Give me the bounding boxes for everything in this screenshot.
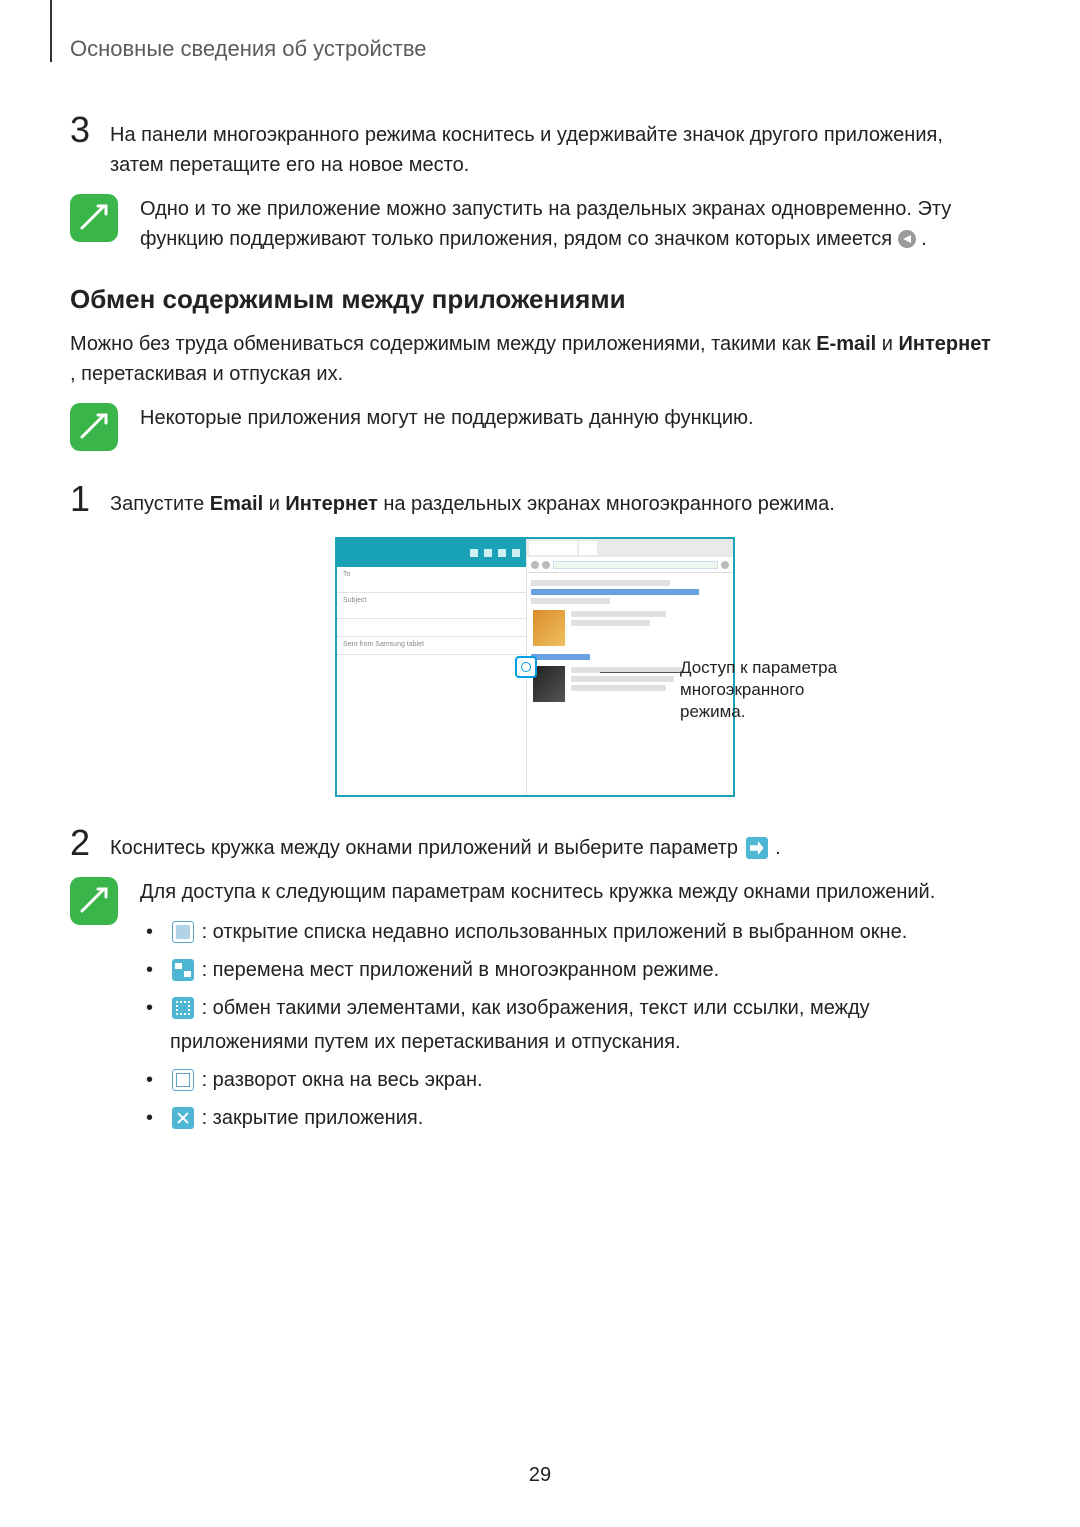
swap-windows-icon	[172, 959, 194, 981]
note-icon	[70, 877, 118, 925]
section-body-a: Можно без труда обмениваться содержимым …	[70, 333, 816, 355]
list-item: : открытие списка недавно использованных…	[146, 915, 1000, 949]
note-1-text-b: .	[921, 228, 927, 250]
drag-share-icon	[172, 997, 194, 1019]
bullet-4: : разворот окна на весь экран.	[202, 1069, 483, 1091]
step-1-a: Запустите	[110, 493, 210, 515]
share-content-icon	[746, 837, 768, 859]
list-item: : перемена мест приложений в многоэкранн…	[146, 953, 1000, 987]
step-2-b: .	[775, 837, 781, 859]
note-2: Некоторые приложения могут не поддержива…	[70, 403, 1000, 451]
figure-left-pane: To Subject Sent from Samsung tablet	[337, 539, 527, 795]
multiscreen-handle-icon	[515, 656, 537, 678]
bullet-1: : открытие списка недавно использованных…	[202, 921, 908, 943]
figure-callout: Доступ к параметра многоэкранного режима…	[680, 657, 860, 723]
page-number: 29	[0, 1464, 1080, 1487]
figure-wrap: To Subject Sent from Samsung tablet	[70, 537, 1000, 797]
section-body-b: и	[882, 333, 899, 355]
options-list: : открытие списка недавно использованных…	[140, 915, 1000, 1135]
step-3: 3 На панели многоэкранного режима коснит…	[70, 112, 1000, 180]
header-rule	[50, 0, 52, 62]
step-1-b: и	[269, 493, 286, 515]
step-2-a: Коснитесь кружка между окнами приложений…	[110, 837, 744, 859]
bullet-5: : закрытие приложения.	[202, 1107, 424, 1129]
step-3-text: На панели многоэкранного режима коснитес…	[110, 112, 1000, 180]
callout-line	[600, 672, 680, 673]
page-content: Основные сведения об устройстве 3 На пан…	[0, 0, 1080, 1209]
note-3: Для доступа к следующим параметрам косни…	[70, 877, 1000, 1139]
list-item: : закрытие приложения.	[146, 1101, 1000, 1135]
bold-email: E-mail	[816, 333, 876, 355]
step-1-c: на раздельных экранах многоэкранного реж…	[383, 493, 834, 515]
note-1-text-a: Одно и то же приложение можно запустить …	[140, 198, 951, 250]
note-icon	[70, 403, 118, 451]
note-icon	[70, 194, 118, 242]
step-1: 1 Запустите Email и Интернет на раздельн…	[70, 481, 1000, 519]
bold-internet2: Интернет	[285, 493, 377, 515]
bold-email2: Email	[210, 493, 263, 515]
section-heading: Обмен содержимым между приложениями	[70, 284, 1000, 315]
duplicate-app-icon	[898, 230, 916, 248]
fullscreen-icon	[172, 1069, 194, 1091]
bullet-3: : обмен такими элементами, как изображен…	[170, 997, 870, 1053]
bullet-2: : перемена мест приложений в многоэкранн…	[202, 959, 720, 981]
note-2-text: Некоторые приложения могут не поддержива…	[140, 403, 754, 433]
note-1: Одно и то же приложение можно запустить …	[70, 194, 1000, 254]
close-app-icon	[172, 1107, 194, 1129]
section-body-c: , перетаскивая и отпуская их.	[70, 363, 343, 385]
note-1-text: Одно и то же приложение можно запустить …	[140, 194, 1000, 254]
list-item: : обмен такими элементами, как изображен…	[146, 991, 1000, 1059]
step-1-text: Запустите Email и Интернет на раздельных…	[110, 481, 835, 519]
list-item: : разворот окна на весь экран.	[146, 1063, 1000, 1097]
step-2-number: 2	[70, 825, 110, 861]
bold-internet: Интернет	[899, 333, 991, 355]
multiscreen-figure: To Subject Sent from Samsung tablet	[335, 537, 735, 797]
step-3-number: 3	[70, 112, 110, 148]
note-3-text: Для доступа к следующим параметрам косни…	[140, 877, 1000, 1139]
step-2-text: Коснитесь кружка между окнами приложений…	[110, 825, 781, 863]
figure-left-toolbar	[337, 539, 526, 567]
section-body: Можно без труда обмениваться содержимым …	[70, 329, 1000, 389]
recent-apps-icon	[172, 921, 194, 943]
step-2: 2 Коснитесь кружка между окнами приложен…	[70, 825, 1000, 863]
step-1-number: 1	[70, 481, 110, 517]
page-header: Основные сведения об устройстве	[70, 36, 1000, 62]
note-3-intro: Для доступа к следующим параметрам косни…	[140, 877, 1000, 907]
